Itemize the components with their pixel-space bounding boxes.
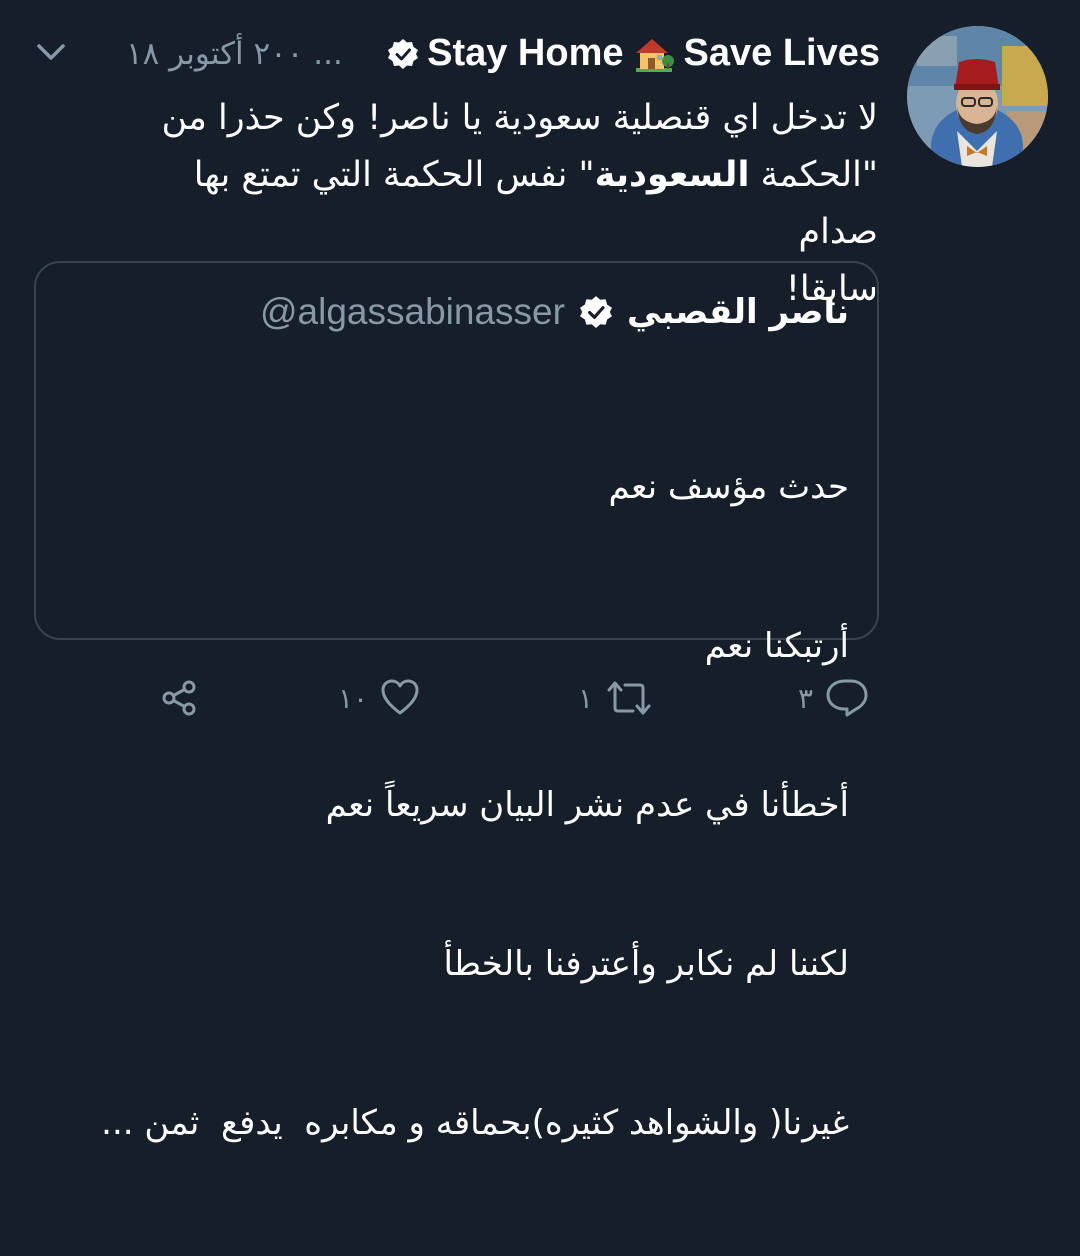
quoted-text-line: لكننا لم نكابر وأعترفنا بالخطأ bbox=[443, 944, 849, 984]
retweet-button[interactable]: ١ bbox=[578, 678, 653, 718]
reply-count: ٣ bbox=[798, 681, 814, 715]
avatar[interactable] bbox=[907, 26, 1048, 167]
verified-badge-icon bbox=[388, 38, 419, 69]
heart-icon bbox=[381, 679, 419, 715]
share-icon bbox=[162, 680, 196, 716]
house-with-garden-icon bbox=[635, 38, 674, 72]
quoted-tweet-text: حدث مؤسف نعم أرتبكنا نعم أخطأنا في عدم ن… bbox=[69, 355, 849, 1256]
tweet-timestamp[interactable]: ... ٢٠٠ أكتوبر ١٨ bbox=[126, 36, 343, 72]
tweet-text-line: "الحكمة السعودية" نفس الحكمة التي تمتع ب… bbox=[108, 147, 878, 261]
quoted-text-line: أخطأنا في عدم نشر البيان سريعاً نعم bbox=[325, 785, 849, 825]
quoted-handle: @algassabinasser bbox=[260, 291, 565, 332]
quoted-text-line: أرتبكنا نعم bbox=[704, 626, 849, 666]
quoted-text-line: غيرنا( والشواهد كثيره)بحماقه و مكابره يد… bbox=[101, 1103, 849, 1143]
verified-badge-icon bbox=[580, 296, 612, 328]
quoted-tweet[interactable]: @algassabinasser ناصر القصبي حدث مؤسف نع… bbox=[34, 261, 879, 1143]
like-button[interactable]: ١٠ bbox=[338, 678, 420, 718]
chevron-down-icon[interactable] bbox=[34, 40, 68, 66]
retweet-icon bbox=[607, 681, 651, 715]
display-name-part2: Save Lives bbox=[683, 32, 880, 74]
reply-icon bbox=[826, 679, 868, 717]
tweet-actions: ١٠ ١ ٣ bbox=[0, 672, 1080, 728]
tweet-text-line: لا تدخل اي قنصلية سعودية يا ناصر! وكن حذ… bbox=[161, 98, 878, 138]
reply-button[interactable]: ٣ bbox=[798, 678, 869, 718]
tweet-text-segment: "الحكمة bbox=[749, 155, 878, 195]
display-name[interactable]: Stay Home Save Lives bbox=[387, 32, 880, 75]
like-count: ١٠ bbox=[338, 681, 369, 715]
tweet-header: ... ٢٠٠ أكتوبر ١٨ Stay Home Save Lives bbox=[30, 30, 880, 86]
avatar-image bbox=[907, 26, 1048, 167]
quoted-display-name: ناصر القصبي bbox=[626, 292, 849, 332]
display-name-part1: Stay Home bbox=[427, 32, 624, 74]
tweet-text-bold-segment: السعودية bbox=[594, 155, 750, 195]
quoted-tweet-header: @algassabinasser ناصر القصبي bbox=[260, 291, 849, 333]
retweet-count: ١ bbox=[578, 681, 594, 715]
share-button[interactable] bbox=[160, 678, 200, 718]
quoted-text-line: حدث مؤسف نعم bbox=[608, 467, 849, 507]
